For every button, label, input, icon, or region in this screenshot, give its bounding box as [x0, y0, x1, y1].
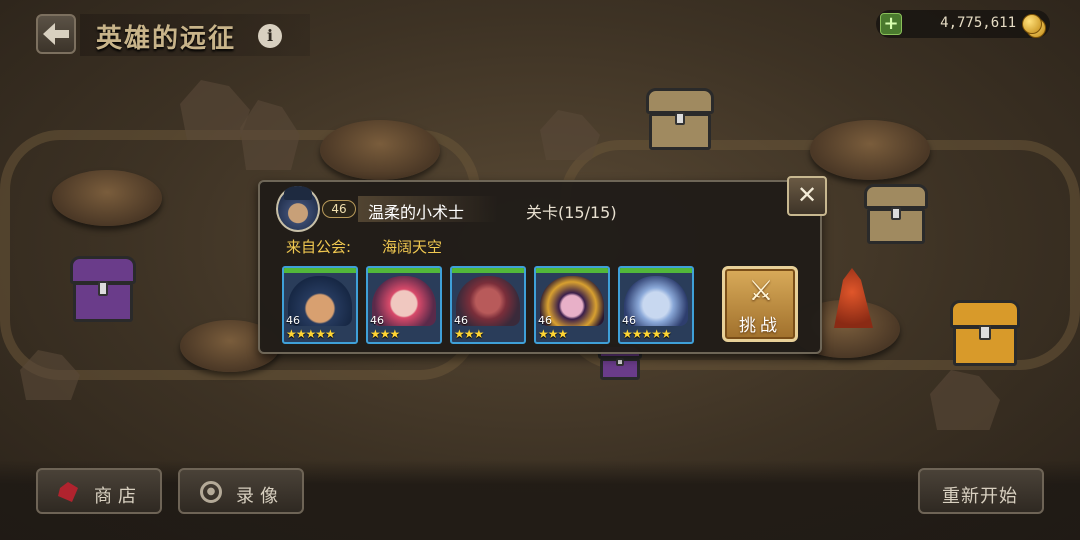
- treasure-chest-icon[interactable]: [70, 256, 136, 322]
- avatar: [276, 186, 320, 232]
- guild-name: 海阔天空: [382, 238, 443, 256]
- player-level-badge: 46: [322, 200, 356, 218]
- info-icon[interactable]: i: [258, 24, 282, 48]
- hero-level: 46: [454, 314, 468, 327]
- hero-hp-bar: [536, 268, 608, 273]
- map-rock: [930, 370, 1000, 430]
- hero-stars: ★★★: [370, 327, 400, 341]
- treasure-chest-icon[interactable]: [864, 184, 928, 244]
- chest-lock: [674, 111, 686, 126]
- add-gold-icon[interactable]: +: [880, 13, 902, 35]
- hero-card[interactable]: 46 ★★★★★: [618, 266, 694, 344]
- hero-level: 46: [286, 314, 300, 327]
- chest-lid: [864, 184, 928, 210]
- map-node[interactable]: [320, 120, 440, 180]
- challenge-button[interactable]: ⚔ 挑战: [722, 266, 798, 342]
- coin-icon: [1020, 12, 1048, 38]
- chest-lid: [646, 88, 714, 115]
- swords-icon: ⚔: [748, 274, 774, 307]
- close-icon[interactable]: ✕: [787, 176, 827, 216]
- hero-card[interactable]: 46 ★★★★★: [282, 266, 358, 344]
- back-button[interactable]: [36, 14, 76, 54]
- map-node[interactable]: [52, 170, 162, 226]
- coin: [1022, 14, 1042, 34]
- map-rock: [540, 110, 600, 160]
- page-title: 英雄的远征: [96, 24, 237, 54]
- map-rock: [180, 80, 250, 140]
- hero-stars: ★★★: [454, 327, 484, 341]
- map-node[interactable]: [810, 120, 930, 180]
- hero-hp-bar: [452, 268, 524, 273]
- hero-level: 46: [538, 314, 552, 327]
- hero-stars: ★★★★★: [286, 327, 336, 341]
- chest-lock: [890, 206, 902, 220]
- hero-stars: ★★★★★: [622, 327, 672, 341]
- chest-lock: [97, 281, 109, 296]
- hero-stars: ★★★: [538, 327, 568, 341]
- stage-progress: 关卡(15/15): [526, 203, 617, 222]
- hero-hp-bar: [620, 268, 692, 273]
- restart-button[interactable]: 重新开始: [918, 468, 1044, 514]
- hero-hp-bar: [284, 268, 356, 273]
- replay-button[interactable]: ● 录像: [178, 468, 304, 514]
- guild-label: 来自公会:: [286, 238, 352, 256]
- chest-lid: [70, 256, 136, 284]
- hero-card[interactable]: 46 ★★★: [534, 266, 610, 344]
- shop-button[interactable]: 商店: [36, 468, 162, 514]
- challenge-label: 挑战: [739, 316, 781, 336]
- treasure-chest-icon[interactable]: [646, 88, 714, 150]
- hero-level: 46: [622, 314, 636, 327]
- back-arrow-icon: [43, 23, 69, 45]
- replay-icon: ●: [200, 481, 222, 503]
- hero-level: 46: [370, 314, 384, 327]
- shop-label: 商店: [94, 486, 142, 507]
- chest-lid: [950, 300, 1020, 328]
- hero-card[interactable]: 46 ★★★: [366, 266, 442, 344]
- restart-label: 重新开始: [942, 486, 1018, 507]
- gold-amount: 4,775,611: [940, 15, 1016, 31]
- opponent-popup: 46 温柔的小术士 关卡(15/15) 来自公会: 海阔天空 ✕ 46 ★★★★…: [258, 176, 827, 354]
- chest-lock: [616, 357, 624, 366]
- hero-card[interactable]: 46 ★★★: [450, 266, 526, 344]
- chest-lock: [979, 325, 991, 340]
- shop-icon: [58, 482, 78, 502]
- treasure-chest-icon[interactable]: [950, 300, 1020, 366]
- hero-hp-bar: [368, 268, 440, 273]
- player-name: 温柔的小术士: [368, 203, 465, 222]
- replay-label: 录像: [236, 486, 284, 507]
